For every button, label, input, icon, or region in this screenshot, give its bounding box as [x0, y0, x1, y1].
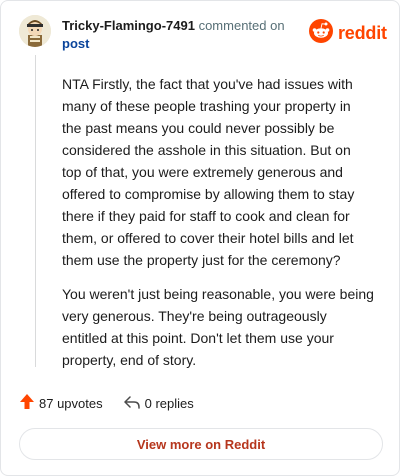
thread-line: [35, 55, 36, 367]
comment-embed-card: Tricky-Flamingo-7491 commented on post r…: [0, 0, 400, 476]
comment-body: NTA Firstly, the fact that you've had is…: [62, 73, 374, 371]
view-more-button[interactable]: View more on Reddit: [19, 428, 383, 460]
upvote-arrow-icon: [19, 393, 35, 413]
reddit-brand[interactable]: reddit: [309, 19, 387, 48]
comment-paragraph: You weren't just being reasonable, you w…: [62, 286, 374, 368]
comment-paragraph: NTA Firstly, the fact that you've had is…: [62, 76, 355, 268]
upvote-count: 87 upvotes: [39, 395, 103, 411]
upvote-button[interactable]: 87 upvotes: [19, 393, 103, 413]
reddit-snoo-icon: [309, 19, 333, 48]
comment-actions: 87 upvotes 0 replies: [19, 393, 194, 413]
avatar[interactable]: [19, 15, 51, 47]
reply-arrow-icon: [123, 394, 141, 413]
reddit-wordmark: reddit: [338, 23, 387, 43]
reply-count: 0 replies: [144, 395, 194, 411]
commented-on-text: commented on: [198, 18, 285, 33]
comment-header: Tricky-Flamingo-7491 commented on post: [62, 17, 285, 53]
reply-button[interactable]: 0 replies: [123, 394, 194, 413]
username[interactable]: Tricky-Flamingo-7491: [62, 18, 195, 33]
post-link[interactable]: post: [62, 35, 285, 53]
